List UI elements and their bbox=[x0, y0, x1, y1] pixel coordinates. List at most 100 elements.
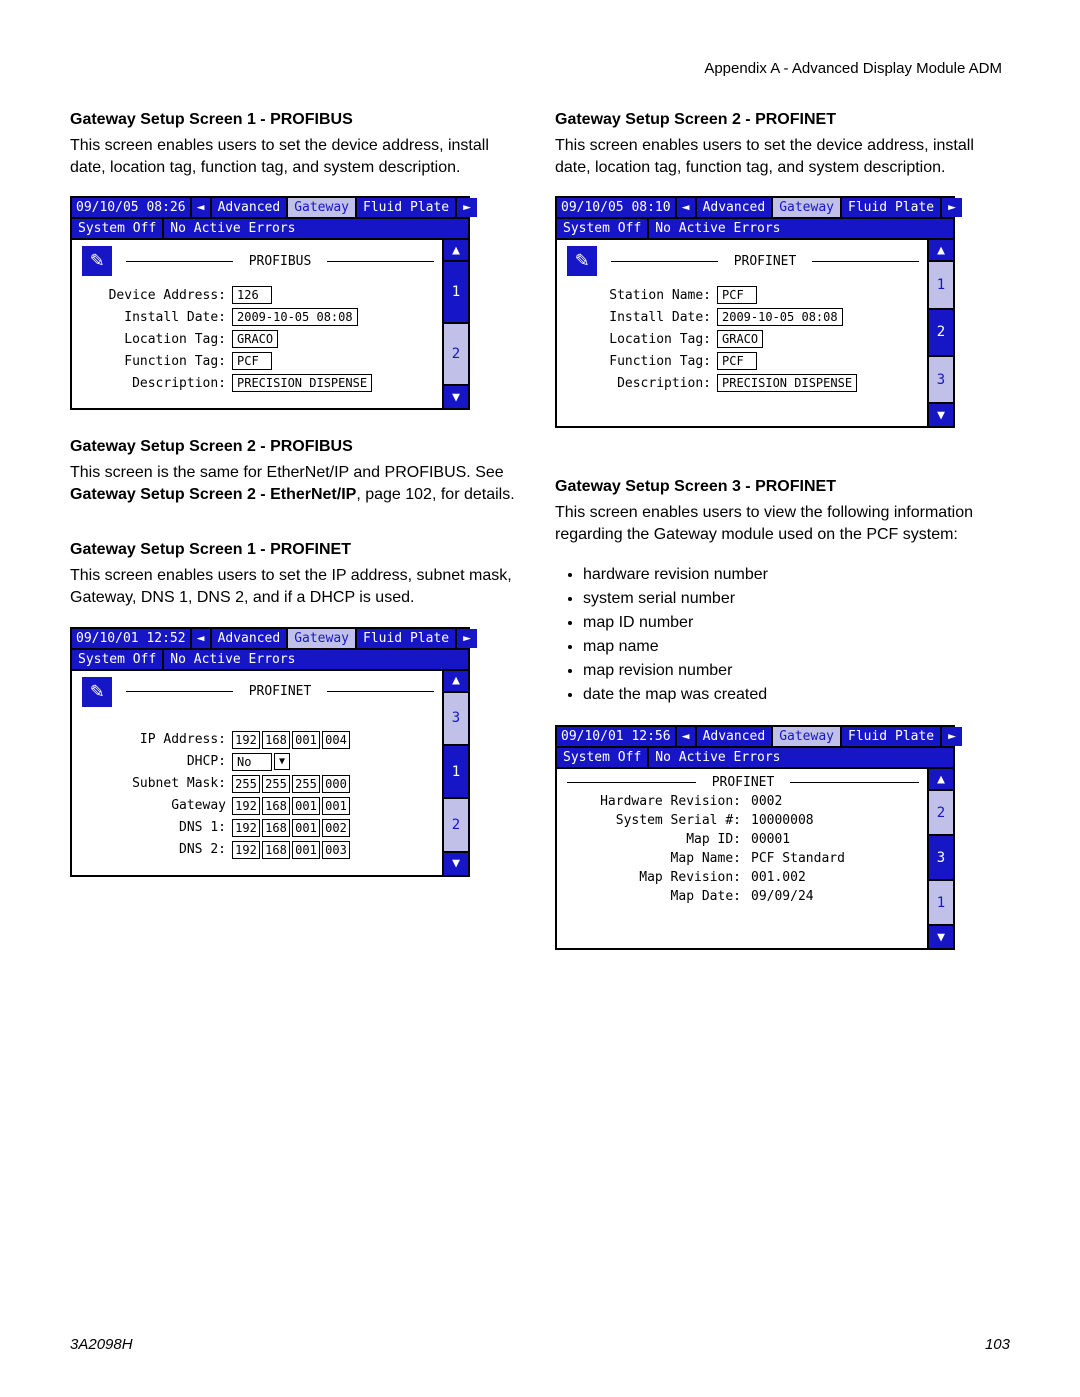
ip-seg[interactable]: 192 bbox=[232, 819, 260, 837]
location-tag-input[interactable]: GRACO bbox=[232, 330, 278, 348]
edit-icon[interactable] bbox=[567, 246, 597, 276]
page-indicator[interactable]: 2 bbox=[929, 310, 953, 357]
ip-seg[interactable]: 168 bbox=[262, 797, 290, 815]
ip-seg[interactable]: 255 bbox=[292, 775, 320, 793]
ip-seg[interactable]: 001 bbox=[322, 797, 350, 815]
ip-seg[interactable]: 192 bbox=[232, 731, 260, 749]
ip-seg[interactable]: 000 bbox=[322, 775, 350, 793]
function-tag-input[interactable]: PCF bbox=[232, 352, 272, 370]
ip-seg[interactable]: 001 bbox=[292, 731, 320, 749]
scroll-up-icon[interactable]: ▲ bbox=[444, 240, 468, 262]
nav-left-icon[interactable]: ◄ bbox=[677, 727, 697, 746]
ip-seg[interactable]: 168 bbox=[262, 731, 290, 749]
tab-advanced[interactable]: Advanced bbox=[212, 629, 289, 648]
ip-seg[interactable]: 168 bbox=[262, 841, 290, 859]
edit-icon[interactable] bbox=[82, 677, 112, 707]
list-item: map revision number bbox=[583, 659, 1010, 683]
ip-seg[interactable]: 255 bbox=[232, 775, 260, 793]
ip-seg[interactable]: 192 bbox=[232, 797, 260, 815]
page-indicator[interactable]: 2 bbox=[444, 324, 468, 386]
install-date-input[interactable]: 2009-10-05 08:08 bbox=[717, 308, 843, 326]
system-status: System Off bbox=[72, 219, 164, 238]
location-tag-input[interactable]: GRACO bbox=[717, 330, 763, 348]
page-indicator[interactable]: 1 bbox=[444, 262, 468, 324]
tab-fluid-plate[interactable]: Fluid Plate bbox=[357, 629, 457, 648]
device-address-input[interactable]: 126 bbox=[232, 286, 272, 304]
section-title: Gateway Setup Screen 1 - PROFINET bbox=[70, 541, 525, 559]
description-input[interactable]: PRECISION DISPENSE bbox=[232, 374, 372, 392]
scroll-down-icon[interactable]: ▼ bbox=[929, 404, 953, 426]
tab-fluid-plate[interactable]: Fluid Plate bbox=[357, 198, 457, 217]
timestamp: 09/10/05 08:26 bbox=[72, 198, 192, 217]
tab-gateway[interactable]: Gateway bbox=[773, 198, 842, 217]
ip-seg[interactable]: 001 bbox=[292, 841, 320, 859]
nav-right-icon[interactable]: ► bbox=[457, 629, 477, 648]
nav-right-icon[interactable]: ► bbox=[942, 727, 962, 746]
scroll-up-icon[interactable]: ▲ bbox=[929, 769, 953, 791]
page-indicator[interactable]: 1 bbox=[444, 746, 468, 799]
description-input[interactable]: PRECISION DISPENSE bbox=[717, 374, 857, 392]
page-indicator[interactable]: 2 bbox=[929, 791, 953, 836]
ip-seg[interactable]: 192 bbox=[232, 841, 260, 859]
ip-seg[interactable]: 003 bbox=[322, 841, 350, 859]
nav-left-icon[interactable]: ◄ bbox=[677, 198, 697, 217]
field-label: Location Tag: bbox=[567, 332, 717, 347]
ip-seg[interactable]: 001 bbox=[292, 819, 320, 837]
scroll-down-icon[interactable]: ▼ bbox=[929, 926, 953, 948]
list-item: map name bbox=[583, 635, 1010, 659]
edit-icon[interactable] bbox=[82, 246, 112, 276]
nav-left-icon[interactable]: ◄ bbox=[192, 629, 212, 648]
nav-left-icon[interactable]: ◄ bbox=[192, 198, 212, 217]
function-tag-input[interactable]: PCF bbox=[717, 352, 757, 370]
error-status: No Active Errors bbox=[649, 219, 953, 238]
install-date-input[interactable]: 2009-10-05 08:08 bbox=[232, 308, 358, 326]
system-status: System Off bbox=[72, 650, 164, 669]
tab-fluid-plate[interactable]: Fluid Plate bbox=[842, 727, 942, 746]
field-label: IP Address: bbox=[82, 732, 232, 747]
map-date: 09/09/24 bbox=[747, 889, 814, 904]
timestamp: 09/10/05 08:10 bbox=[557, 198, 677, 217]
ip-seg[interactable]: 001 bbox=[292, 797, 320, 815]
appendix-header: Appendix A - Advanced Display Module ADM bbox=[704, 60, 1002, 77]
page-indicator[interactable]: 3 bbox=[929, 357, 953, 404]
chevron-down-icon[interactable]: ▼ bbox=[274, 753, 290, 770]
scroll-down-icon[interactable]: ▼ bbox=[444, 386, 468, 408]
nav-right-icon[interactable]: ► bbox=[457, 198, 477, 217]
dhcp-select[interactable]: No bbox=[232, 753, 272, 771]
ip-seg[interactable]: 168 bbox=[262, 819, 290, 837]
tab-advanced[interactable]: Advanced bbox=[697, 727, 774, 746]
text: , page 102, for details. bbox=[356, 486, 514, 503]
scroll-down-icon[interactable]: ▼ bbox=[444, 853, 468, 875]
ip-seg[interactable]: 255 bbox=[262, 775, 290, 793]
info-bullets: hardware revision number system serial n… bbox=[583, 563, 1010, 707]
page-indicator[interactable]: 3 bbox=[444, 693, 468, 746]
nav-right-icon[interactable]: ► bbox=[942, 198, 962, 217]
tab-advanced[interactable]: Advanced bbox=[697, 198, 774, 217]
tab-gateway[interactable]: Gateway bbox=[288, 629, 357, 648]
field-label: Map Revision: bbox=[567, 870, 747, 885]
tab-advanced[interactable]: Advanced bbox=[212, 198, 289, 217]
map-name: PCF Standard bbox=[747, 851, 845, 866]
screen-title: PROFIBUS bbox=[241, 254, 320, 269]
tab-fluid-plate[interactable]: Fluid Plate bbox=[842, 198, 942, 217]
timestamp: 09/10/01 12:52 bbox=[72, 629, 192, 648]
field-label: Hardware Revision: bbox=[567, 794, 747, 809]
list-item: system serial number bbox=[583, 587, 1010, 611]
section-title: Gateway Setup Screen 3 - PROFINET bbox=[555, 478, 1010, 496]
scroll-up-icon[interactable]: ▲ bbox=[444, 671, 468, 693]
page-indicator[interactable]: 2 bbox=[444, 799, 468, 852]
left-column: Gateway Setup Screen 1 - PROFIBUS This s… bbox=[70, 111, 525, 978]
station-name-input[interactable]: PCF bbox=[717, 286, 757, 304]
screen-title: PROFINET bbox=[704, 775, 783, 790]
page-indicator[interactable]: 1 bbox=[929, 262, 953, 309]
tab-gateway[interactable]: Gateway bbox=[773, 727, 842, 746]
scroll-up-icon[interactable]: ▲ bbox=[929, 240, 953, 262]
adm-profibus-1: 09/10/05 08:26 ◄ Advanced Gateway Fluid … bbox=[70, 196, 470, 410]
page-indicator[interactable]: 3 bbox=[929, 836, 953, 881]
ip-seg[interactable]: 002 bbox=[322, 819, 350, 837]
field-label: Device Address: bbox=[82, 288, 232, 303]
tab-gateway[interactable]: Gateway bbox=[288, 198, 357, 217]
page-indicator[interactable]: 1 bbox=[929, 881, 953, 926]
list-item: hardware revision number bbox=[583, 563, 1010, 587]
ip-seg[interactable]: 004 bbox=[322, 731, 350, 749]
